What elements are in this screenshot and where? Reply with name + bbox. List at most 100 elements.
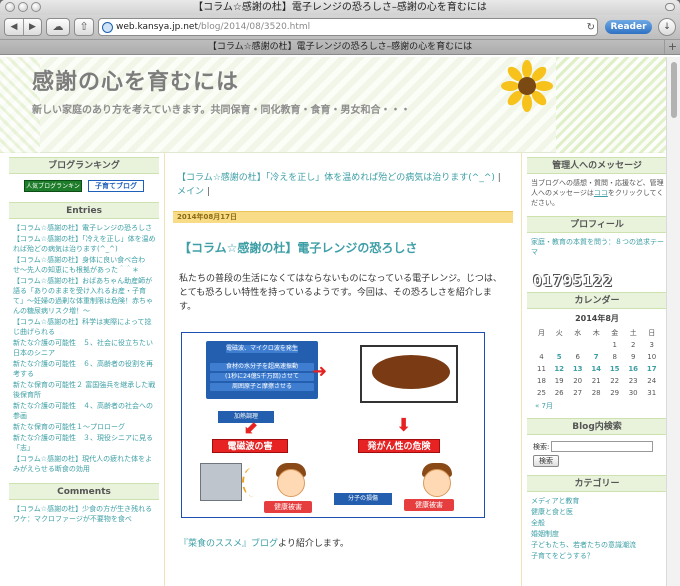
mechanism-line: (1秒に24億5千万回)させて [210, 373, 314, 381]
ranking-heading: ブログランキング [9, 157, 159, 174]
comment-link[interactable]: 【コラム☆感謝の杜】少食の方が生き残れるワケ：マクロファージが不要物を食べ [13, 504, 157, 524]
site-header: 感謝の心を育むには 新しい家庭のあり方を考えていきます。共同保育・同化教育・食育… [0, 57, 666, 153]
sunflower-icon [501, 60, 553, 112]
message-heading: 管理人へのメッセージ [527, 157, 666, 174]
title-bar: 【コラム☆感謝の杜】電子レンジの恐ろしさ–感謝の心を育むには [0, 0, 680, 15]
tab-title[interactable]: 【コラム☆感謝の杜】電子レンジの恐ろしさ–感謝の心を育むには [208, 42, 472, 52]
new-tab-button[interactable]: + [664, 40, 680, 54]
calendar-caption: 2014年8月 [575, 314, 619, 323]
search-input[interactable] [551, 441, 654, 452]
arrow-down-icon: ⬋ [244, 417, 260, 438]
profile-link[interactable]: 家庭・教育の本質を問う：８つの追求テーマ [531, 237, 665, 257]
calendar-day: 25 [537, 389, 546, 397]
molecule-damage-label: 分子の損傷 [334, 493, 392, 505]
entry-link[interactable]: 新たな介護の可能性 ５、社会に役立ちたい日本のシニア [13, 338, 157, 358]
calendar-day-link[interactable]: 17 [642, 363, 661, 375]
category-link[interactable]: 婚姻制度 [531, 529, 665, 539]
entry-link[interactable]: 【コラム☆感謝の杜】おばあちゃん助産師が語る「ありのままを受け入れるお産・子育て… [13, 276, 157, 316]
calendar-day: 29 [610, 389, 620, 397]
reader-button[interactable]: Reader [605, 20, 652, 34]
downloads-icon[interactable]: ↓ [658, 18, 676, 36]
category-link[interactable]: メディアと教育 [531, 496, 665, 506]
search-heading: Blog内検索 [527, 418, 666, 435]
calendar-day-link[interactable]: 5 [550, 351, 569, 363]
ranking-badges: 人気ブログランキング 子育てブログ [9, 174, 159, 202]
forward-button[interactable]: ▶ [23, 19, 41, 35]
message-link[interactable]: ココ [594, 189, 608, 197]
credit-link[interactable]: 『菜食のススメ』ブログ [179, 539, 278, 549]
category-link[interactable]: 全般 [531, 518, 665, 528]
calendar-day-link[interactable]: 13 [568, 363, 587, 375]
nav-separator: | [206, 187, 210, 197]
weekday-label: 水 [574, 329, 582, 337]
right-sidebar: 管理人へのメッセージ 当ブログへの感想・質問・応援など、管理人へのメッセージはコ… [527, 157, 666, 570]
url-path: /blog/2014/08/3520.html [197, 22, 311, 32]
boy-face-icon [423, 469, 451, 497]
credit-text: より紹介します。 [278, 539, 349, 549]
mechanism-line: 食材の水分子を超高速振動 [210, 363, 314, 371]
close-window-button[interactable] [5, 2, 15, 12]
entry-link[interactable]: 【コラム☆感謝の杜】電子レンジの恐ろしさ [13, 223, 157, 233]
profile-heading: プロフィール [527, 216, 666, 233]
post-body: 私たちの普段の生活になくてはならないものになっている電子レンジ。じつは、とても恐… [179, 274, 502, 312]
reload-icon[interactable]: ↻ [587, 22, 597, 33]
message-text: 当ブログへの感想・質問・応援など、管理人へのメッセージはココをクリックしてくださ… [527, 174, 666, 216]
microwave-illustration: 電磁波、マイクロ波を発生 食材の水分子を超高速振動 (1秒に24億5千万回)させ… [181, 332, 485, 518]
profile-body: 家庭・教育の本質を問う：８つの追求テーマ [527, 233, 666, 266]
calendar-day: 24 [647, 377, 657, 385]
arrow-down-icon: ⬇ [396, 415, 412, 436]
calendar-day: 4 [539, 353, 544, 361]
scrollbar-thumb[interactable] [671, 62, 677, 118]
calendar-day-link[interactable]: 7 [587, 351, 606, 363]
entry-link[interactable]: 【コラム☆感謝の杜】科学は実際によって捻じ曲げられる [13, 317, 157, 337]
mechanism-line: 周囲原子と摩擦させる [210, 383, 314, 391]
category-link[interactable]: 子どもたち、若者たちの意識潮流 [531, 540, 665, 550]
previous-post-link[interactable]: 【コラム☆感謝の杜】「冷えを正し」体を温めれば殆どの病気は治ります(^_^) [177, 173, 495, 183]
calendar-day-link[interactable]: 12 [550, 363, 569, 375]
icloud-tabs-button[interactable]: ☁ [46, 18, 70, 36]
search-label: 検索: [533, 442, 550, 451]
vertical-scrollbar[interactable] [666, 57, 680, 586]
tab-bar: 【コラム☆感謝の杜】電子レンジの恐ろしさ–感謝の心を育むには + [0, 39, 680, 55]
calendar-day-link[interactable]: 15 [605, 363, 624, 375]
calendar-day: 26 [554, 389, 564, 397]
ranking-badge-popular[interactable]: 人気ブログランキング [24, 180, 82, 202]
calendar-day: 28 [591, 389, 601, 397]
entry-link[interactable]: 【コラム☆感謝の杜】「冷えを正し」体を温めれば殆どの病気は治ります(^_^) [13, 234, 157, 254]
calendar-day: 21 [591, 377, 601, 385]
entry-link[interactable]: 新たな保育の可能性２ 富国強兵を継承した戦後保育所 [13, 380, 157, 400]
category-link[interactable]: 健康と食と医 [531, 507, 665, 517]
calendar-day-link[interactable]: 14 [587, 363, 606, 375]
entry-link[interactable]: 【コラム☆感謝の杜】現代人の疲れた体をよみがえらせる断食の効用 [13, 454, 157, 474]
entries-list: 【コラム☆感謝の杜】電子レンジの恐ろしさ 【コラム☆感謝の杜】「冷えを正し」体を… [9, 219, 159, 483]
calendar-day-link[interactable]: 16 [624, 363, 643, 375]
calendar-day: 10 [647, 353, 657, 361]
site-title[interactable]: 感謝の心を育むには [32, 64, 239, 96]
post-title[interactable]: 【コラム☆感謝の杜】電子レンジの恐ろしさ [179, 239, 511, 256]
entry-link[interactable]: 新たな保育の可能性１〜プロローグ [13, 422, 157, 432]
health-damage-label: 健康被害 [264, 501, 312, 513]
calendar-nav: « 7月 [527, 399, 666, 418]
entry-link[interactable]: 【コラム☆感謝の杜】身体に良い食べ合わせ〜先人の知恵にも根拠があった＾＾＊ [13, 255, 157, 275]
nav-separator: | [497, 173, 501, 183]
zoom-window-button[interactable] [31, 2, 41, 12]
main-content: 【コラム☆感謝の杜】「冷えを正し」体を温めれば殆どの病気は治ります(^_^) |… [164, 153, 522, 586]
back-button[interactable]: ◀ [5, 19, 23, 35]
share-button[interactable]: ⇧ [74, 18, 94, 36]
search-button[interactable]: 検索 [533, 455, 559, 467]
fullscreen-button[interactable] [665, 3, 675, 11]
carcinogen-warning: 発がん性の危険 [358, 439, 440, 453]
previous-month-link[interactable]: « 7月 [535, 401, 666, 411]
minimize-window-button[interactable] [18, 2, 28, 12]
entry-link[interactable]: 新たな介護の可能性 ６、高齢者の役割を再考する [13, 359, 157, 379]
entry-link[interactable]: 新たな介護の可能性 ４、高齢者の社会への参画 [13, 401, 157, 421]
address-bar[interactable]: web.kansya.jp.net /blog/2014/08/3520.htm… [98, 18, 598, 36]
calendar-day: 23 [628, 377, 638, 385]
microwave-icon [200, 463, 242, 501]
entry-link[interactable]: 新たな介護の可能性 ３、現役シニアに見る「志」 [13, 433, 157, 453]
weekday-label: 木 [592, 329, 600, 337]
main-page-link[interactable]: メイン [177, 187, 204, 197]
calendar-day: 9 [630, 353, 636, 361]
ranking-badge-childcare[interactable]: 子育てブログ [88, 180, 144, 192]
category-link[interactable]: 子育てをどうする？ [531, 551, 665, 561]
